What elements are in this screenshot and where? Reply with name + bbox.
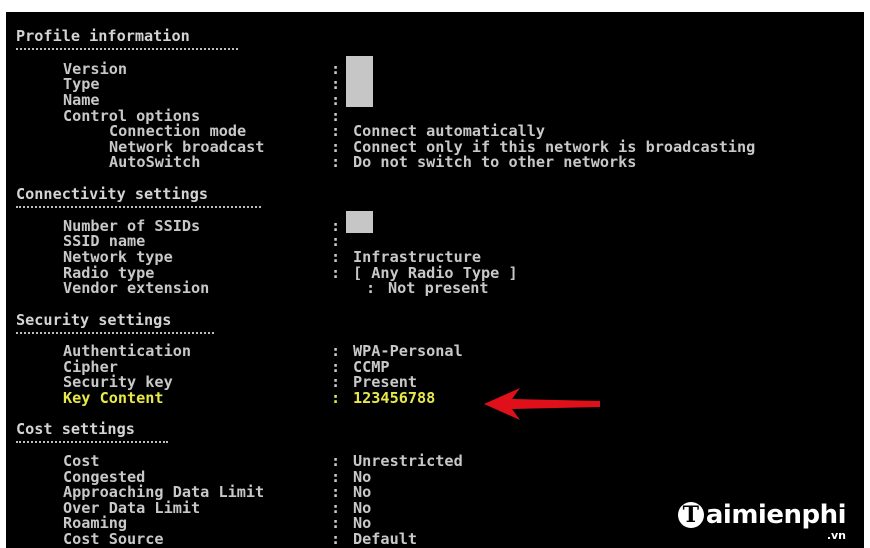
row-value-cost: Unrestricted	[353, 452, 463, 470]
row-label-cost: Cost	[63, 452, 100, 470]
row-label-name: Name	[63, 91, 100, 109]
row-label-connection-mode: Connection mode	[109, 122, 247, 140]
redacted-block	[346, 56, 373, 107]
section-title-cost: Cost settings	[16, 420, 135, 438]
row-value-security-key: Present	[353, 373, 418, 391]
row-value-connection-mode: Connect automatically	[353, 122, 546, 140]
row-sep: :	[331, 514, 341, 532]
section-underline	[16, 206, 261, 208]
section-title-connectivity: Connectivity settings	[16, 185, 209, 203]
row-sep: :	[331, 248, 341, 266]
row-sep: :	[331, 153, 341, 171]
row-label-vendor-extension: Vendor extension	[63, 279, 210, 297]
section-title-security: Security settings	[16, 311, 172, 329]
row-sep: :	[331, 264, 341, 282]
logo-initial: T	[677, 502, 704, 528]
logo-text: aimienphi	[705, 500, 847, 530]
row-sep: :	[331, 75, 341, 93]
row-label-approaching-data-limit: Approaching Data Limit	[63, 483, 265, 501]
row-label-roaming: Roaming	[63, 514, 128, 532]
taimienphi-logo: T aimienphi .vn	[677, 500, 847, 542]
row-label-network-type: Network type	[63, 248, 173, 266]
row-label-security-key: Security key	[63, 373, 173, 391]
row-label-authentication: Authentication	[63, 342, 192, 360]
row-value-network-type: Infrastructure	[353, 248, 482, 266]
row-label-cost-source: Cost Source	[63, 530, 164, 548]
row-sep: :	[331, 483, 341, 501]
row-sep: :	[331, 389, 341, 407]
row-sep: :	[331, 452, 341, 470]
row-label-ssid-name: SSID name	[63, 232, 146, 250]
row-sep: :	[331, 232, 341, 250]
redacted-block	[346, 211, 373, 233]
command-prompt-output: Profile information Version : Type : Nam…	[6, 12, 864, 548]
section-underline	[16, 48, 238, 50]
red-arrow-icon	[484, 388, 600, 420]
row-value-key-content: 123456788	[353, 389, 436, 407]
row-value-authentication: WPA-Personal	[353, 342, 463, 360]
row-sep: :	[366, 279, 376, 297]
row-value-autoswitch: Do not switch to other networks	[353, 153, 637, 171]
row-label-key-content: Key Content	[63, 389, 164, 407]
row-value-vendor-extension: Not present	[388, 279, 489, 297]
row-sep: :	[331, 342, 341, 360]
row-sep: :	[331, 122, 341, 140]
row-sep: :	[331, 91, 341, 109]
row-value-roaming: No	[353, 514, 372, 532]
row-value-approaching-data-limit: No	[353, 483, 372, 501]
row-label-type: Type	[63, 75, 100, 93]
row-sep: :	[331, 373, 341, 391]
logo-suffix: .vn	[826, 529, 846, 542]
row-value-cost-source: Default	[353, 530, 418, 548]
row-label-autoswitch: AutoSwitch	[109, 153, 201, 171]
row-sep: :	[331, 530, 341, 548]
section-title-profile: Profile information	[16, 27, 190, 45]
section-underline	[16, 441, 168, 443]
section-underline	[16, 332, 214, 334]
